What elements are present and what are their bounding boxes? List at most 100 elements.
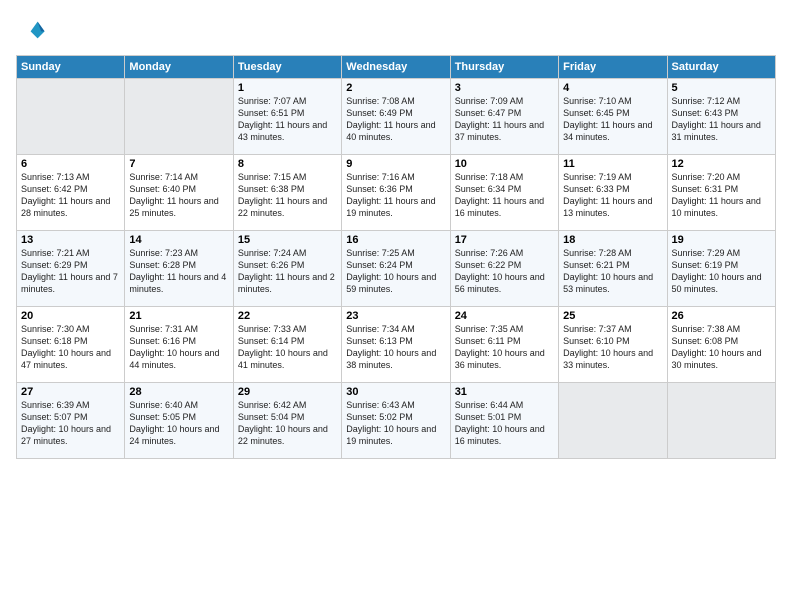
calendar-cell: 16Sunrise: 7:25 AM Sunset: 6:24 PM Dayli… xyxy=(342,231,450,307)
day-info: Sunrise: 7:25 AM Sunset: 6:24 PM Dayligh… xyxy=(346,247,445,296)
calendar-cell: 9Sunrise: 7:16 AM Sunset: 6:36 PM Daylig… xyxy=(342,155,450,231)
day-info: Sunrise: 7:15 AM Sunset: 6:38 PM Dayligh… xyxy=(238,171,337,220)
day-number: 17 xyxy=(455,234,554,246)
calendar-cell: 1Sunrise: 7:07 AM Sunset: 6:51 PM Daylig… xyxy=(233,79,341,155)
day-number: 22 xyxy=(238,310,337,322)
calendar-cell: 2Sunrise: 7:08 AM Sunset: 6:49 PM Daylig… xyxy=(342,79,450,155)
day-number: 12 xyxy=(672,158,771,170)
calendar-cell: 21Sunrise: 7:31 AM Sunset: 6:16 PM Dayli… xyxy=(125,307,233,383)
day-number: 9 xyxy=(346,158,445,170)
weekday-header: Sunday xyxy=(17,56,125,79)
day-number: 13 xyxy=(21,234,120,246)
day-number: 3 xyxy=(455,82,554,94)
day-number: 28 xyxy=(129,386,228,398)
logo-icon xyxy=(18,16,46,44)
calendar-cell: 20Sunrise: 7:30 AM Sunset: 6:18 PM Dayli… xyxy=(17,307,125,383)
calendar-table: SundayMondayTuesdayWednesdayThursdayFrid… xyxy=(16,55,776,459)
calendar-cell xyxy=(125,79,233,155)
calendar-cell: 29Sunrise: 6:42 AM Sunset: 5:04 PM Dayli… xyxy=(233,383,341,459)
day-number: 14 xyxy=(129,234,228,246)
day-info: Sunrise: 6:44 AM Sunset: 5:01 PM Dayligh… xyxy=(455,399,554,448)
calendar-cell: 25Sunrise: 7:37 AM Sunset: 6:10 PM Dayli… xyxy=(559,307,667,383)
day-info: Sunrise: 7:29 AM Sunset: 6:19 PM Dayligh… xyxy=(672,247,771,296)
day-info: Sunrise: 6:39 AM Sunset: 5:07 PM Dayligh… xyxy=(21,399,120,448)
calendar-cell: 11Sunrise: 7:19 AM Sunset: 6:33 PM Dayli… xyxy=(559,155,667,231)
day-number: 15 xyxy=(238,234,337,246)
day-info: Sunrise: 7:13 AM Sunset: 6:42 PM Dayligh… xyxy=(21,171,120,220)
day-info: Sunrise: 7:21 AM Sunset: 6:29 PM Dayligh… xyxy=(21,247,120,296)
day-number: 1 xyxy=(238,82,337,94)
day-number: 31 xyxy=(455,386,554,398)
calendar-cell: 28Sunrise: 6:40 AM Sunset: 5:05 PM Dayli… xyxy=(125,383,233,459)
weekday-header: Wednesday xyxy=(342,56,450,79)
day-number: 2 xyxy=(346,82,445,94)
calendar-cell: 18Sunrise: 7:28 AM Sunset: 6:21 PM Dayli… xyxy=(559,231,667,307)
day-number: 27 xyxy=(21,386,120,398)
day-info: Sunrise: 7:30 AM Sunset: 6:18 PM Dayligh… xyxy=(21,323,120,372)
day-info: Sunrise: 7:31 AM Sunset: 6:16 PM Dayligh… xyxy=(129,323,228,372)
day-number: 10 xyxy=(455,158,554,170)
day-number: 7 xyxy=(129,158,228,170)
calendar-cell: 12Sunrise: 7:20 AM Sunset: 6:31 PM Dayli… xyxy=(667,155,775,231)
day-number: 24 xyxy=(455,310,554,322)
day-info: Sunrise: 7:37 AM Sunset: 6:10 PM Dayligh… xyxy=(563,323,662,372)
day-info: Sunrise: 7:26 AM Sunset: 6:22 PM Dayligh… xyxy=(455,247,554,296)
day-number: 21 xyxy=(129,310,228,322)
day-info: Sunrise: 7:35 AM Sunset: 6:11 PM Dayligh… xyxy=(455,323,554,372)
day-info: Sunrise: 7:28 AM Sunset: 6:21 PM Dayligh… xyxy=(563,247,662,296)
calendar-cell: 22Sunrise: 7:33 AM Sunset: 6:14 PM Dayli… xyxy=(233,307,341,383)
day-info: Sunrise: 7:23 AM Sunset: 6:28 PM Dayligh… xyxy=(129,247,228,296)
weekday-header: Thursday xyxy=(450,56,558,79)
calendar-cell xyxy=(667,383,775,459)
calendar-cell: 3Sunrise: 7:09 AM Sunset: 6:47 PM Daylig… xyxy=(450,79,558,155)
calendar-cell: 23Sunrise: 7:34 AM Sunset: 6:13 PM Dayli… xyxy=(342,307,450,383)
day-number: 29 xyxy=(238,386,337,398)
day-info: Sunrise: 7:18 AM Sunset: 6:34 PM Dayligh… xyxy=(455,171,554,220)
calendar-cell: 8Sunrise: 7:15 AM Sunset: 6:38 PM Daylig… xyxy=(233,155,341,231)
day-number: 5 xyxy=(672,82,771,94)
weekday-header: Friday xyxy=(559,56,667,79)
calendar-cell: 4Sunrise: 7:10 AM Sunset: 6:45 PM Daylig… xyxy=(559,79,667,155)
day-info: Sunrise: 7:09 AM Sunset: 6:47 PM Dayligh… xyxy=(455,95,554,144)
day-number: 11 xyxy=(563,158,662,170)
day-number: 18 xyxy=(563,234,662,246)
day-info: Sunrise: 7:16 AM Sunset: 6:36 PM Dayligh… xyxy=(346,171,445,220)
calendar-cell: 10Sunrise: 7:18 AM Sunset: 6:34 PM Dayli… xyxy=(450,155,558,231)
day-info: Sunrise: 7:14 AM Sunset: 6:40 PM Dayligh… xyxy=(129,171,228,220)
header xyxy=(16,12,776,49)
calendar-cell: 13Sunrise: 7:21 AM Sunset: 6:29 PM Dayli… xyxy=(17,231,125,307)
day-info: Sunrise: 6:43 AM Sunset: 5:02 PM Dayligh… xyxy=(346,399,445,448)
weekday-header: Tuesday xyxy=(233,56,341,79)
day-info: Sunrise: 6:40 AM Sunset: 5:05 PM Dayligh… xyxy=(129,399,228,448)
calendar-cell: 30Sunrise: 6:43 AM Sunset: 5:02 PM Dayli… xyxy=(342,383,450,459)
calendar-cell: 27Sunrise: 6:39 AM Sunset: 5:07 PM Dayli… xyxy=(17,383,125,459)
day-number: 16 xyxy=(346,234,445,246)
day-info: Sunrise: 7:07 AM Sunset: 6:51 PM Dayligh… xyxy=(238,95,337,144)
weekday-header: Saturday xyxy=(667,56,775,79)
day-number: 6 xyxy=(21,158,120,170)
calendar-cell: 17Sunrise: 7:26 AM Sunset: 6:22 PM Dayli… xyxy=(450,231,558,307)
day-info: Sunrise: 7:19 AM Sunset: 6:33 PM Dayligh… xyxy=(563,171,662,220)
calendar-cell: 15Sunrise: 7:24 AM Sunset: 6:26 PM Dayli… xyxy=(233,231,341,307)
day-number: 23 xyxy=(346,310,445,322)
calendar-cell: 6Sunrise: 7:13 AM Sunset: 6:42 PM Daylig… xyxy=(17,155,125,231)
calendar-cell: 5Sunrise: 7:12 AM Sunset: 6:43 PM Daylig… xyxy=(667,79,775,155)
day-info: Sunrise: 7:24 AM Sunset: 6:26 PM Dayligh… xyxy=(238,247,337,296)
day-info: Sunrise: 7:10 AM Sunset: 6:45 PM Dayligh… xyxy=(563,95,662,144)
calendar-cell: 26Sunrise: 7:38 AM Sunset: 6:08 PM Dayli… xyxy=(667,307,775,383)
day-number: 20 xyxy=(21,310,120,322)
day-number: 26 xyxy=(672,310,771,322)
calendar-cell xyxy=(17,79,125,155)
day-info: Sunrise: 7:20 AM Sunset: 6:31 PM Dayligh… xyxy=(672,171,771,220)
day-number: 25 xyxy=(563,310,662,322)
day-number: 4 xyxy=(563,82,662,94)
calendar-cell: 19Sunrise: 7:29 AM Sunset: 6:19 PM Dayli… xyxy=(667,231,775,307)
calendar-cell: 14Sunrise: 7:23 AM Sunset: 6:28 PM Dayli… xyxy=(125,231,233,307)
day-info: Sunrise: 7:34 AM Sunset: 6:13 PM Dayligh… xyxy=(346,323,445,372)
calendar-cell: 24Sunrise: 7:35 AM Sunset: 6:11 PM Dayli… xyxy=(450,307,558,383)
day-number: 30 xyxy=(346,386,445,398)
day-info: Sunrise: 7:33 AM Sunset: 6:14 PM Dayligh… xyxy=(238,323,337,372)
calendar-cell: 7Sunrise: 7:14 AM Sunset: 6:40 PM Daylig… xyxy=(125,155,233,231)
day-info: Sunrise: 6:42 AM Sunset: 5:04 PM Dayligh… xyxy=(238,399,337,448)
calendar-cell xyxy=(559,383,667,459)
